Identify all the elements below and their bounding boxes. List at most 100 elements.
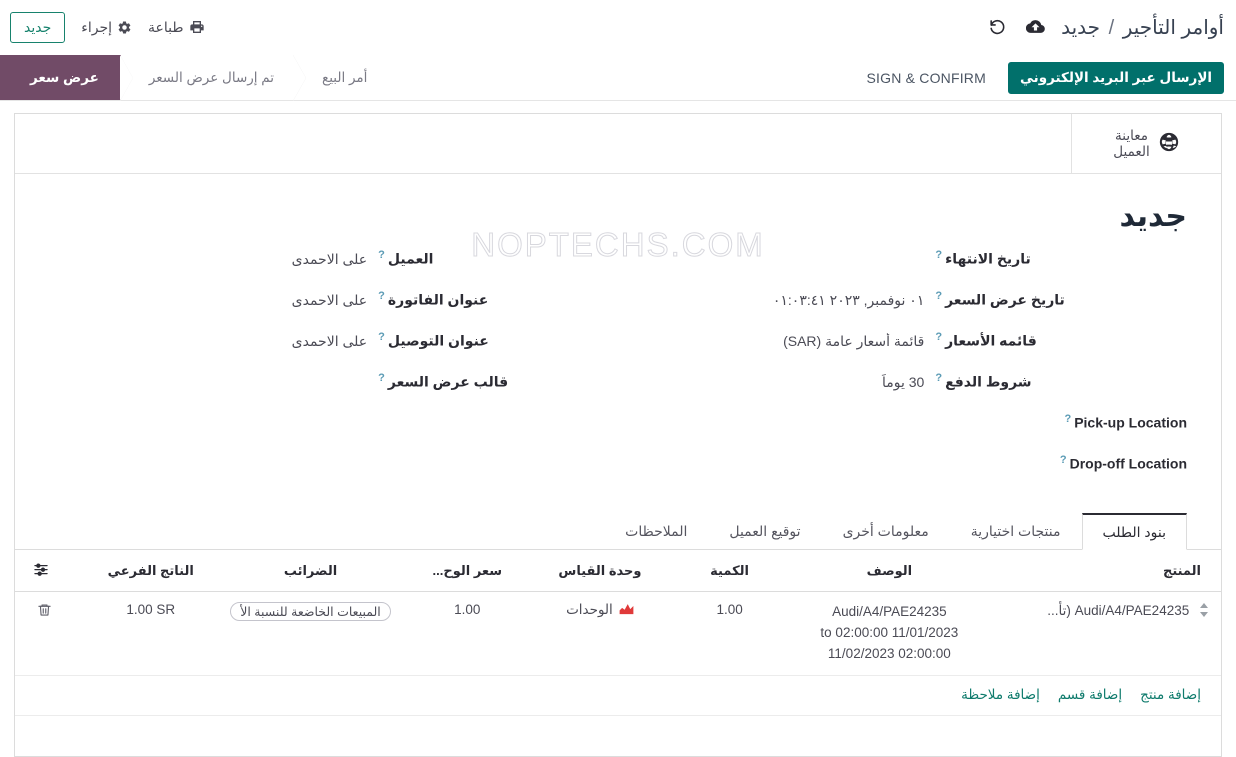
- field-value[interactable]: ٠١ نوفمبر, ٢٠٢٣ ٠١:٠٣:٤١: [616, 292, 924, 309]
- column-header-unit-price[interactable]: سعر الوح...: [406, 550, 528, 592]
- column-header-taxes[interactable]: الضرائب: [214, 550, 407, 592]
- cell-subtotal: 1.00 SR: [87, 591, 215, 676]
- help-icon[interactable]: ?: [378, 372, 385, 384]
- statusbar-action-buttons: الإرسال عبر البريد الإلكتروني SIGN & CON…: [861, 55, 1224, 100]
- cell-taxes[interactable]: المبيعات الخاضعة للنسبة الأ: [214, 591, 407, 676]
- field-delivery-address: عنوان التوصيل? على الاحمدى: [75, 331, 616, 372]
- help-icon[interactable]: ?: [1060, 454, 1067, 466]
- table-row[interactable]: Audi/A4/PAE24235 (تأ... Audi/A4/PAE24235…: [15, 591, 1221, 676]
- print-label: طباعة: [148, 18, 184, 35]
- column-settings-icon[interactable]: [33, 561, 49, 577]
- cloud-upload-icon: [1025, 17, 1045, 39]
- status-stage-quotation-sent[interactable]: تم إرسال عرض السعر: [120, 55, 295, 100]
- cell-description[interactable]: Audi/A4/PAE24235 to 02:00:00 11/01/2023 …: [786, 591, 992, 676]
- sign-and-confirm-button[interactable]: SIGN & CONFIRM: [861, 69, 992, 87]
- help-icon[interactable]: ?: [935, 290, 942, 302]
- printer-icon: [189, 19, 205, 35]
- field-value[interactable]: على الاحمدى: [75, 292, 367, 309]
- help-icon[interactable]: ?: [378, 290, 385, 302]
- customer-preview-line1: معاينة: [1115, 127, 1148, 143]
- field-label-text: Drop-off Location: [1069, 455, 1187, 472]
- sheet-wrapper: معاينة العميل NOPTECHS.COM جديد تاريخ ال…: [0, 101, 1236, 757]
- field-label-text: عنوان الفاتورة: [387, 291, 489, 308]
- help-icon[interactable]: ?: [935, 249, 942, 261]
- tab-optional-products[interactable]: منتجات اختيارية: [950, 513, 1082, 550]
- add-product-link[interactable]: إضافة منتج: [1140, 687, 1201, 703]
- globe-icon: [1158, 131, 1180, 156]
- delete-line-button[interactable]: [37, 602, 52, 621]
- add-note-link[interactable]: إضافة ملاحظة: [961, 687, 1040, 703]
- field-label-text: قائمه الأسعار: [945, 332, 1037, 349]
- help-icon[interactable]: ?: [935, 372, 942, 384]
- field-value[interactable]: 30 يوماً: [616, 374, 924, 391]
- description-line-3: 11/02/2023 02:00:00: [827, 645, 951, 661]
- help-icon[interactable]: ?: [378, 331, 385, 343]
- area-chart-icon: [619, 602, 634, 618]
- control-panel: أوامر التأجير / جديد طباعة إجراء جديد: [0, 0, 1236, 55]
- tab-label: منتجات اختيارية: [970, 523, 1061, 539]
- column-header-product[interactable]: المنتج: [991, 550, 1221, 592]
- status-pipeline: عرض سعر تم إرسال عرض السعر أمر البيع: [0, 55, 388, 100]
- tab-label: معلومات أخرى: [842, 523, 929, 539]
- print-menu-button[interactable]: طباعة: [148, 19, 205, 36]
- drag-handle-icon[interactable]: [1199, 602, 1209, 621]
- cell-unit-price[interactable]: 1.00: [406, 591, 528, 676]
- field-label: عنوان التوصيل?: [367, 331, 616, 350]
- field-label-text: شروط الدفع: [945, 373, 1032, 390]
- tab-notes[interactable]: الملاحظات: [604, 513, 708, 550]
- tab-order-lines[interactable]: بنود الطلب: [1081, 513, 1187, 550]
- field-invoice-address: عنوان الفاتورة? على الاحمدى: [75, 290, 616, 331]
- column-header-quantity[interactable]: الكمية: [672, 550, 787, 592]
- statusbar-row: الإرسال عبر البريد الإلكتروني SIGN & CON…: [0, 55, 1236, 101]
- field-dropoff-location: ? Drop-off Location: [616, 454, 1187, 495]
- form-columns: تاريخ الانتهاء? تاريخ عرض السعر? ٠١ نوفم…: [45, 249, 1187, 495]
- uom-wrapper: الوحدات: [566, 602, 634, 618]
- column-header-options[interactable]: [15, 550, 88, 592]
- add-lines-row: إضافة منتج إضافة قسم إضافة ملاحظة: [15, 676, 1221, 716]
- cell-uom-text: الوحدات: [566, 602, 613, 617]
- undo-icon: [988, 17, 1007, 39]
- tab-customer-signature[interactable]: توقيع العميل: [708, 513, 821, 550]
- field-label-text: العميل: [387, 250, 434, 267]
- cell-uom[interactable]: الوحدات: [527, 591, 673, 676]
- help-icon[interactable]: ?: [935, 331, 942, 343]
- status-stage-sales-order[interactable]: أمر البيع: [294, 55, 388, 100]
- field-value[interactable]: على الاحمدى: [75, 333, 367, 350]
- discard-changes-button[interactable]: [985, 15, 1010, 41]
- status-stage-quotation[interactable]: عرض سعر: [0, 55, 121, 100]
- save-record-button[interactable]: [1023, 15, 1048, 41]
- new-record-button[interactable]: جديد: [10, 12, 66, 43]
- help-icon[interactable]: ?: [1064, 413, 1071, 425]
- form-group-primary: العميل? على الاحمدى عنوان الفاتورة? على …: [45, 249, 616, 495]
- tab-label: بنود الطلب: [1102, 524, 1167, 540]
- tab-label: الملاحظات: [625, 523, 688, 539]
- gear-icon: [117, 20, 132, 35]
- field-label: قالب عرض السعر?: [367, 372, 616, 391]
- breadcrumb-separator: /: [1108, 17, 1115, 39]
- column-header-description[interactable]: الوصف: [786, 550, 992, 592]
- column-header-subtotal[interactable]: الناتج الفرعي: [87, 550, 215, 592]
- tab-label: توقيع العميل: [729, 523, 801, 539]
- column-header-uom[interactable]: وحدة القياس: [527, 550, 673, 592]
- field-label: ? Pick-up Location: [924, 413, 1187, 431]
- cell-product-text: Audi/A4/PAE24235 (تأ...: [1047, 603, 1190, 619]
- add-section-link[interactable]: إضافة قسم: [1058, 687, 1122, 703]
- field-value[interactable]: قائمة أسعار عامة (SAR): [616, 333, 924, 350]
- cell-quantity[interactable]: 1.00: [672, 591, 787, 676]
- customer-preview-button[interactable]: معاينة العميل: [1071, 114, 1221, 173]
- field-label: قائمه الأسعار?: [924, 331, 1187, 350]
- field-label-text: تاريخ الانتهاء: [945, 250, 1031, 267]
- field-label: تاريخ الانتهاء?: [924, 249, 1187, 268]
- breadcrumb-parent[interactable]: أوامر التأجير: [1123, 17, 1224, 39]
- control-panel-left: طباعة إجراء جديد: [10, 12, 205, 43]
- tab-other-info[interactable]: معلومات أخرى: [822, 513, 950, 550]
- tax-tag[interactable]: المبيعات الخاضعة للنسبة الأ: [230, 602, 391, 621]
- action-menu-button[interactable]: إجراء: [81, 19, 132, 36]
- field-payment-terms: شروط الدفع? 30 يوماً: [616, 372, 1187, 413]
- description-line-2: to 02:00:00 11/01/2023: [820, 624, 959, 640]
- send-by-email-button[interactable]: الإرسال عبر البريد الإلكتروني: [1008, 61, 1224, 94]
- cell-product[interactable]: Audi/A4/PAE24235 (تأ...: [991, 591, 1221, 676]
- field-quotation-date: تاريخ عرض السعر? ٠١ نوفمبر, ٢٠٢٣ ٠١:٠٣:٤…: [616, 290, 1187, 331]
- help-icon[interactable]: ?: [378, 249, 385, 261]
- field-value[interactable]: على الاحمدى: [75, 251, 367, 268]
